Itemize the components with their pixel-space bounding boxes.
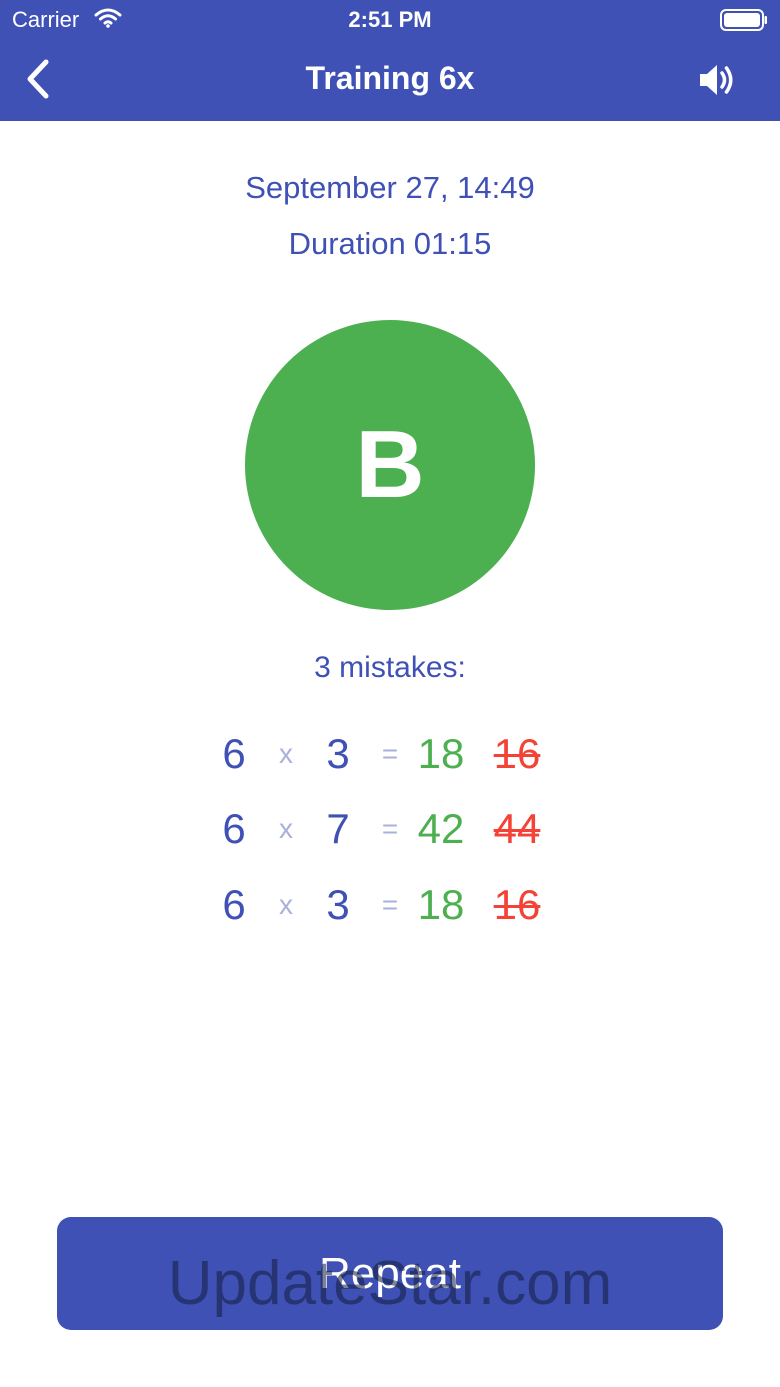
correct-answer: 18 [417,730,465,777]
battery-icon [720,9,767,31]
status-time: 2:51 PM [348,7,432,32]
multiply-sign: x [279,738,293,769]
equals-sign: = [381,813,399,844]
app-header: Carrier 2:51 PM Training 6x [0,0,780,121]
wrong-answer: 44 [493,805,541,852]
correct-answer: 18 [417,881,465,928]
equals-sign: = [381,889,399,920]
operand-b: 3 [326,881,350,928]
operand-a: 6 [222,730,246,777]
multiply-sign: x [279,889,293,920]
operand-b: 7 [326,805,350,852]
duration-value: 01:15 [413,226,492,261]
operand-b: 3 [326,730,350,777]
sound-toggle-button[interactable] [696,60,740,100]
navigation-bar: Training 6x [0,40,780,121]
training-duration: Duration 01:15 [0,226,780,262]
status-bar: Carrier 2:51 PM [0,0,780,40]
speaker-volume-icon [700,65,733,95]
equals-sign: = [381,738,399,769]
page-title: Training 6x [305,60,475,96]
duration-label: Duration [288,226,406,261]
mistakes-count-label: 3 mistakes: [314,651,466,684]
grade-badge: B [245,320,535,610]
wrong-answer: 16 [493,881,541,928]
operand-a: 6 [222,881,246,928]
repeat-button[interactable]: Repeat [57,1217,723,1330]
operand-a: 6 [222,805,246,852]
mistake-row: 6 x 3 = 18 16 [0,875,780,935]
correct-answer: 42 [417,805,465,852]
mistake-row: 6 x 3 = 18 16 [0,724,780,784]
mistake-row: 6 x 7 = 42 44 [0,799,780,859]
wrong-answer: 16 [493,730,541,777]
training-date: September 27, 14:49 [245,170,535,205]
multiply-sign: x [279,813,293,844]
